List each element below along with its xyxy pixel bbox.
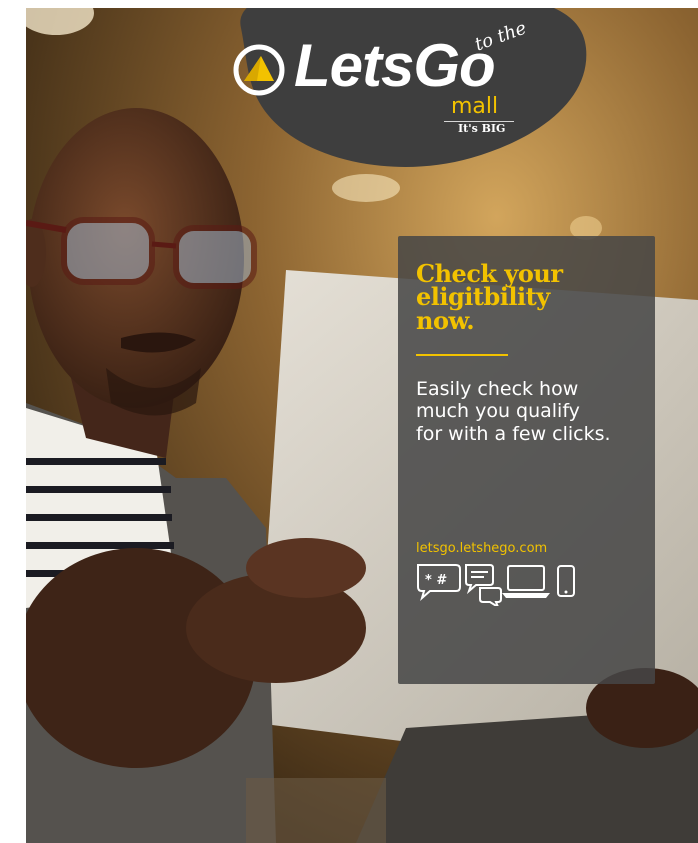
brand-name: LetsGo: [294, 32, 496, 99]
headline-underline: [416, 354, 508, 356]
card-headline: Check your eligitbility now.: [416, 261, 646, 335]
mobile-phone-icon: [557, 565, 575, 597]
laptop-icon: [502, 565, 550, 598]
card-body-text: Easily check how much you qualify for wi…: [416, 378, 646, 445]
body-line: much you qualify: [416, 400, 580, 423]
eligibility-card: Check your eligitbility now. Easily chec…: [398, 236, 655, 684]
ad-frame: LetsGo to the mall It's BIG Check your e…: [26, 8, 698, 843]
body-line: Easily check how: [416, 378, 579, 400]
headline-line: now.: [416, 305, 475, 335]
ussd-symbols: * #: [425, 573, 447, 588]
brand-tagline: It's BIG: [458, 122, 506, 135]
brand-sub-name: mall: [451, 94, 499, 119]
chat-bubbles-icon: [465, 564, 502, 606]
body-line: for with a few clicks.: [416, 422, 611, 445]
channel-icons-row: * #: [417, 564, 575, 606]
website-link[interactable]: letsgo.letshego.com: [416, 541, 547, 556]
ussd-chat-icon: * #: [417, 564, 461, 601]
triangle-in-circle-logo-icon: [233, 44, 285, 96]
